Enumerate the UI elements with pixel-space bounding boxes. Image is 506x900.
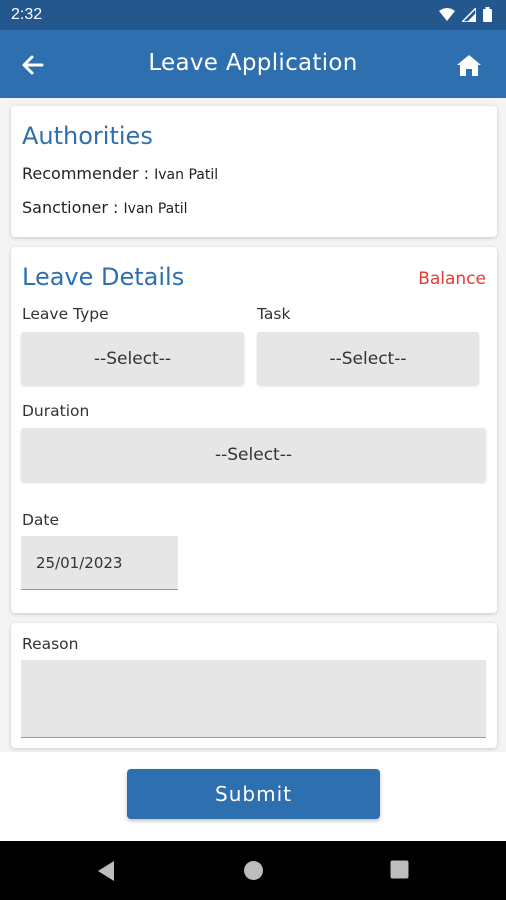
duration-select[interactable]: --Select-- (21, 428, 486, 482)
duration-label: Duration (22, 402, 90, 420)
home-icon[interactable] (456, 53, 482, 77)
wifi-icon (439, 7, 455, 21)
status-time: 2:32 (11, 6, 43, 23)
app-bar: Leave Application (0, 30, 506, 98)
date-label: Date (22, 511, 60, 529)
signal-icon (462, 7, 476, 22)
recommender-value: Ivan Patil (154, 167, 219, 183)
leave-type-label: Leave Type (22, 305, 109, 323)
leave-type-select[interactable]: --Select-- (21, 332, 244, 385)
authorities-title: Authorities (22, 122, 153, 150)
reason-card: Reason (11, 623, 497, 748)
reason-input[interactable] (21, 660, 486, 738)
sanctioner-line: Sanctioner : Ivan Patil (22, 198, 188, 217)
status-bar: 2:32 (0, 0, 506, 30)
nav-back-icon[interactable] (96, 860, 116, 882)
system-nav-bar (0, 841, 506, 900)
task-label: Task (257, 305, 291, 323)
submit-button[interactable]: Submit (127, 769, 380, 819)
recommender-line: Recommender : Ivan Patil (22, 164, 218, 183)
date-field[interactable]: 25/01/2023 (21, 536, 178, 590)
sanctioner-label: Sanctioner : (22, 198, 124, 217)
reason-label: Reason (22, 635, 79, 653)
recommender-label: Recommender : (22, 164, 155, 183)
sanctioner-value: Ivan Patil (123, 201, 188, 217)
battery-icon (483, 7, 492, 22)
task-select[interactable]: --Select-- (257, 332, 479, 385)
status-icons (439, 7, 492, 22)
leave-details-card: Leave Details Balance Leave Type Task --… (11, 247, 497, 613)
nav-home-icon[interactable] (243, 860, 264, 881)
leave-details-title: Leave Details (22, 263, 185, 291)
nav-recents-icon[interactable] (390, 860, 409, 879)
authorities-card: Authorities Recommender : Ivan Patil San… (11, 106, 497, 237)
page-title: Leave Application (148, 50, 358, 76)
balance-link[interactable]: Balance (418, 269, 486, 289)
